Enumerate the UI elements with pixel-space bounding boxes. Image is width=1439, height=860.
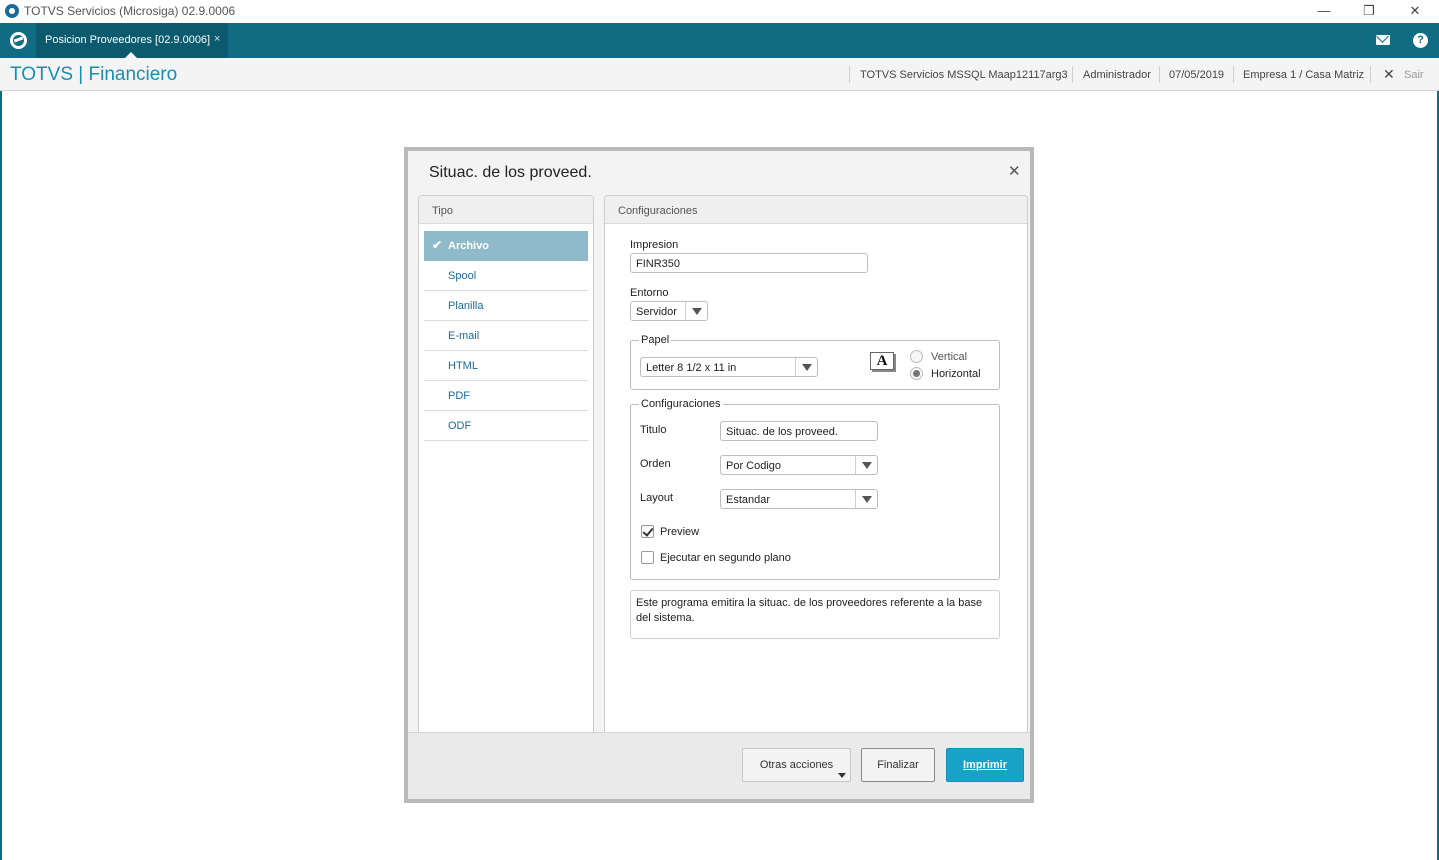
- tipo-heading: Tipo: [432, 205, 453, 217]
- tipo-item-spool[interactable]: Spool: [424, 261, 588, 291]
- tipo-item-odf[interactable]: ODF: [424, 411, 588, 441]
- config-heading: Configuraciones: [618, 205, 698, 217]
- orden-value: Por Codigo: [726, 460, 782, 472]
- tipo-panel: Tipo ✔ Archivo Spool Planilla E-mail HTM…: [418, 195, 594, 735]
- papel-group: Papel Letter 8 1/2 x 11 in Vertical Hori…: [630, 334, 1000, 390]
- close-window-button[interactable]: ✕: [1400, 2, 1430, 20]
- header-divider: [849, 66, 850, 83]
- chevron-down-icon[interactable]: [795, 358, 817, 376]
- print-button[interactable]: Imprimir: [946, 748, 1024, 782]
- tipo-item-html[interactable]: HTML: [424, 351, 588, 381]
- papel-legend: Papel: [639, 334, 672, 346]
- server-info: TOTVS Servicios MSSQL Maap12117arg3: [860, 69, 1068, 81]
- horizontal-radio[interactable]: [910, 367, 923, 380]
- description-box: Este programa emitira la situac. de los …: [630, 590, 1000, 639]
- orden-label: Orden: [640, 458, 671, 470]
- vertical-radio[interactable]: [910, 350, 923, 363]
- background-label: Ejecutar en segundo plano: [660, 552, 791, 564]
- app-header: TOTVS | Financiero TOTVS Servicios MSSQL…: [0, 58, 1439, 91]
- entorno-select[interactable]: Servidor: [630, 301, 708, 321]
- entorno-label: Entorno: [630, 287, 669, 299]
- layout-value: Estandar: [726, 494, 771, 506]
- tab-label: Posicion Proveedores [02.9.0006]: [45, 34, 211, 46]
- orden-select[interactable]: Por Codigo: [720, 455, 878, 475]
- header-divider: [1072, 66, 1073, 83]
- chevron-down-icon[interactable]: [855, 456, 877, 474]
- tipo-item-label: HTML: [448, 360, 478, 372]
- frame-border-left: [0, 91, 2, 860]
- help-icon[interactable]: ?: [1413, 33, 1428, 48]
- tipo-item-label: Archivo: [448, 240, 489, 252]
- tipo-item-label: Planilla: [448, 300, 484, 312]
- titulo-label: Titulo: [640, 424, 667, 436]
- settings-group: Configuraciones Titulo Situac. de los pr…: [630, 398, 1000, 580]
- header-divider: [1233, 66, 1234, 83]
- config-panel: Configuraciones Impresion FINR350 Entorn…: [604, 195, 1028, 735]
- app-logo-icon: [5, 4, 19, 18]
- other-actions-button[interactable]: Otras acciones: [742, 748, 851, 782]
- finish-button[interactable]: Finalizar: [861, 748, 935, 782]
- layout-label: Layout: [640, 492, 674, 504]
- titulo-input[interactable]: Situac. de los proveed.: [720, 421, 878, 441]
- tipo-item-label: Spool: [448, 270, 477, 282]
- paper-size-value: Letter 8 1/2 x 11 in: [646, 362, 737, 374]
- chevron-down-icon[interactable]: [685, 302, 707, 320]
- font-icon[interactable]: A: [870, 352, 894, 370]
- exit-button[interactable]: Sair: [1404, 69, 1424, 81]
- date-info: 07/05/2019: [1169, 69, 1225, 81]
- entorno-value: Servidor: [636, 306, 677, 318]
- impresion-label: Impresion: [630, 239, 679, 251]
- horizontal-label: Horizontal: [931, 368, 981, 380]
- tipo-item-pdf[interactable]: PDF: [424, 381, 588, 411]
- dialog-close-icon[interactable]: ✕: [1008, 162, 1021, 180]
- checkmark-icon: ✔: [432, 238, 443, 252]
- preview-checkbox[interactable]: [641, 525, 654, 538]
- mail-icon[interactable]: [1376, 35, 1390, 45]
- header-divider: [1370, 66, 1371, 83]
- layout-select[interactable]: Estandar: [720, 489, 878, 509]
- module-title: TOTVS | Financiero: [10, 64, 178, 85]
- user-info: Administrador: [1083, 69, 1151, 81]
- tipo-item-email[interactable]: E-mail: [424, 321, 588, 351]
- exit-icon[interactable]: ✕: [1383, 66, 1395, 83]
- paper-size-select[interactable]: Letter 8 1/2 x 11 in: [640, 357, 818, 377]
- dialog-title: Situac. de los proveed.: [429, 164, 592, 181]
- header-divider: [1159, 66, 1160, 83]
- settings-legend: Configuraciones: [639, 398, 723, 410]
- vertical-label: Vertical: [931, 351, 968, 363]
- tipo-item-planilla[interactable]: Planilla: [424, 291, 588, 321]
- tipo-item-label: ODF: [448, 420, 472, 432]
- window-title: TOTVS Servicios (Microsiga) 02.9.0006: [24, 4, 236, 18]
- chevron-down-icon[interactable]: [855, 490, 877, 508]
- other-actions-label: Otras acciones: [759, 759, 834, 771]
- config-panel-header: Configuraciones: [605, 196, 1027, 224]
- minimize-button[interactable]: —: [1309, 2, 1339, 20]
- totvs-logo-icon[interactable]: [10, 32, 27, 49]
- background-checkbox[interactable]: [641, 551, 654, 564]
- tipo-item-archivo[interactable]: ✔ Archivo: [424, 231, 588, 261]
- tipo-panel-header: Tipo: [419, 196, 593, 224]
- tipo-item-label: PDF: [448, 390, 470, 402]
- company-info: Empresa 1 / Casa Matriz: [1243, 69, 1365, 81]
- tab-posicion-proveedores[interactable]: Posicion Proveedores [02.9.0006] ×: [36, 23, 228, 58]
- window-titlebar: TOTVS Servicios (Microsiga) 02.9.0006 — …: [0, 0, 1439, 23]
- caret-down-icon: [838, 773, 846, 778]
- dialog-footer: Otras acciones Finalizar Imprimir: [408, 732, 1030, 799]
- preview-label: Preview: [660, 526, 700, 538]
- print-dialog: Situac. de los proveed. ✕ Tipo ✔ Archivo…: [404, 147, 1034, 803]
- tipo-item-label: E-mail: [448, 330, 480, 342]
- tab-bar: Posicion Proveedores [02.9.0006] × ?: [0, 23, 1439, 58]
- tab-close-icon[interactable]: ×: [214, 33, 220, 45]
- impresion-input[interactable]: FINR350: [630, 253, 868, 273]
- restore-button[interactable]: ❐: [1354, 2, 1384, 20]
